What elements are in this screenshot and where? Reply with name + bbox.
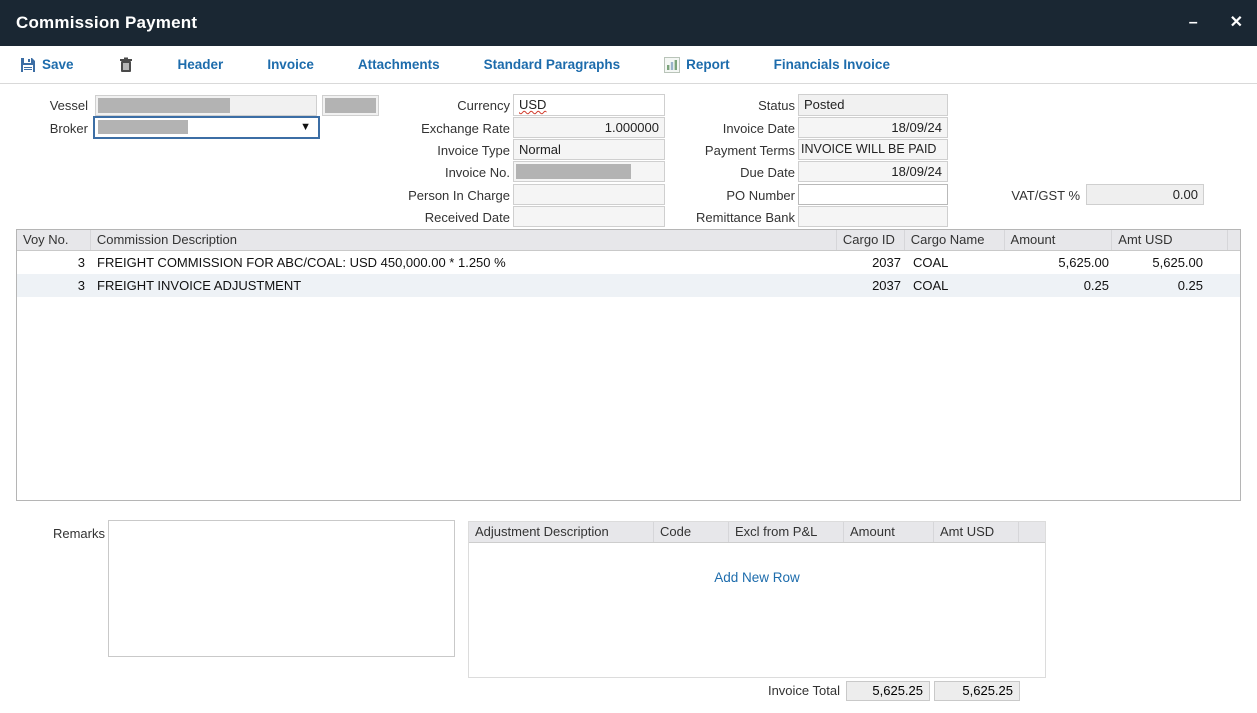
remarks-label: Remarks bbox=[30, 523, 105, 544]
invoice-type-label: Invoice Type bbox=[360, 140, 510, 161]
cell-amount: 5,625.00 bbox=[1007, 251, 1115, 274]
cell-amt-usd: 5,625.00 bbox=[1115, 251, 1231, 274]
cell-cargo-id: 2037 bbox=[839, 251, 907, 274]
broker-dropdown[interactable]: ▼ bbox=[93, 116, 320, 139]
col-filler bbox=[1228, 230, 1240, 250]
col-adj-amount[interactable]: Amount bbox=[844, 522, 934, 542]
invoice-no-label: Invoice No. bbox=[360, 162, 510, 183]
adjustments-table-header: Adjustment Description Code Excl from P&… bbox=[469, 522, 1045, 543]
save-button[interactable]: Save bbox=[20, 57, 74, 73]
financials-invoice-label: Financials Invoice bbox=[774, 57, 890, 72]
col-adj-amt-usd[interactable]: Amt USD bbox=[934, 522, 1019, 542]
invoice-label: Invoice bbox=[267, 57, 314, 72]
payment-terms-field[interactable]: INVOICE WILL BE PAID bbox=[798, 139, 948, 160]
adjustments-table: Adjustment Description Code Excl from P&… bbox=[468, 521, 1046, 678]
report-button[interactable]: Report bbox=[664, 57, 730, 73]
currency-label: Currency bbox=[360, 95, 510, 116]
remittance-bank-field[interactable] bbox=[798, 206, 948, 227]
vat-gst-field[interactable]: 0.00 bbox=[1086, 184, 1204, 205]
broker-label: Broker bbox=[8, 118, 88, 139]
col-commission-description[interactable]: Commission Description bbox=[91, 230, 837, 250]
invoice-total-amt-usd-field: 5,625.25 bbox=[934, 681, 1020, 701]
col-cargo-id[interactable]: Cargo ID bbox=[837, 230, 905, 250]
cell-voy-no: 3 bbox=[17, 251, 91, 274]
vessel-field[interactable] bbox=[95, 95, 317, 116]
cell-amount: 0.25 bbox=[1007, 274, 1115, 297]
cell-description: FREIGHT COMMISSION FOR ABC/COAL: USD 450… bbox=[91, 251, 839, 274]
payment-terms-label: Payment Terms bbox=[640, 140, 795, 161]
standard-paragraphs-tab[interactable]: Standard Paragraphs bbox=[484, 57, 621, 72]
col-amt-usd[interactable]: Amt USD bbox=[1112, 230, 1228, 250]
col-amount[interactable]: Amount bbox=[1005, 230, 1113, 250]
report-label: Report bbox=[686, 57, 730, 72]
report-icon bbox=[664, 57, 680, 73]
exchange-rate-label: Exchange Rate bbox=[360, 118, 510, 139]
window-title: Commission Payment bbox=[0, 13, 197, 33]
titlebar: Commission Payment – ✕ bbox=[0, 0, 1257, 46]
remarks-textarea[interactable] bbox=[108, 520, 455, 657]
minimize-button[interactable]: – bbox=[1189, 15, 1198, 31]
invoice-tab[interactable]: Invoice bbox=[267, 57, 314, 72]
status-label: Status bbox=[640, 95, 795, 116]
col-cargo-name[interactable]: Cargo Name bbox=[905, 230, 1005, 250]
invoice-no-redacted-value bbox=[516, 164, 631, 179]
vessel-label: Vessel bbox=[8, 95, 88, 116]
due-date-label: Due Date bbox=[640, 162, 795, 183]
cell-cargo-name: COAL bbox=[907, 251, 1007, 274]
col-adj-filler bbox=[1019, 522, 1045, 542]
commission-table-header: Voy No. Commission Description Cargo ID … bbox=[17, 230, 1240, 251]
commission-table: Voy No. Commission Description Cargo ID … bbox=[16, 229, 1241, 501]
save-label: Save bbox=[42, 57, 74, 72]
vat-gst-label: VAT/GST % bbox=[960, 185, 1080, 206]
table-row[interactable]: 3 FREIGHT COMMISSION FOR ABC/COAL: USD 4… bbox=[17, 251, 1240, 274]
po-number-label: PO Number bbox=[640, 185, 795, 206]
attachments-label: Attachments bbox=[358, 57, 440, 72]
vessel-redacted-value bbox=[98, 98, 230, 113]
col-voy-no[interactable]: Voy No. bbox=[17, 230, 91, 250]
col-code[interactable]: Code bbox=[654, 522, 729, 542]
header-tab[interactable]: Header bbox=[178, 57, 224, 72]
save-icon bbox=[20, 57, 36, 73]
po-number-field[interactable] bbox=[798, 184, 948, 205]
standard-paragraphs-label: Standard Paragraphs bbox=[484, 57, 621, 72]
chevron-down-icon: ▼ bbox=[300, 121, 311, 133]
delete-button[interactable] bbox=[118, 57, 134, 73]
invoice-date-field[interactable]: 18/09/24 bbox=[798, 117, 948, 138]
cell-cargo-name: COAL bbox=[907, 274, 1007, 297]
cell-cargo-id: 2037 bbox=[839, 274, 907, 297]
header-label: Header bbox=[178, 57, 224, 72]
status-field: Posted bbox=[798, 94, 948, 116]
toolbar: Save Header Invoice Attachments Standard… bbox=[0, 46, 1257, 84]
trash-icon bbox=[118, 57, 134, 73]
cell-amt-usd: 0.25 bbox=[1115, 274, 1231, 297]
broker-redacted-value bbox=[98, 120, 188, 134]
col-excl-from-pl[interactable]: Excl from P&L bbox=[729, 522, 844, 542]
currency-value: USD bbox=[519, 97, 546, 112]
remittance-bank-label: Remittance Bank bbox=[640, 207, 795, 228]
commission-payment-window: Commission Payment – ✕ Save Header Invoi… bbox=[0, 0, 1257, 713]
table-row[interactable]: 3 FREIGHT INVOICE ADJUSTMENT 2037 COAL 0… bbox=[17, 274, 1240, 297]
invoice-date-label: Invoice Date bbox=[640, 118, 795, 139]
add-new-row-link[interactable]: Add New Row bbox=[469, 570, 1045, 585]
col-adjustment-description[interactable]: Adjustment Description bbox=[469, 522, 654, 542]
cell-description: FREIGHT INVOICE ADJUSTMENT bbox=[91, 274, 839, 297]
attachments-tab[interactable]: Attachments bbox=[358, 57, 440, 72]
received-date-label: Received Date bbox=[360, 207, 510, 228]
close-button[interactable]: ✕ bbox=[1230, 15, 1243, 31]
cell-voy-no: 3 bbox=[17, 274, 91, 297]
invoice-total-amount-field: 5,625.25 bbox=[846, 681, 930, 701]
due-date-field[interactable]: 18/09/24 bbox=[798, 161, 948, 182]
financials-invoice-tab[interactable]: Financials Invoice bbox=[774, 57, 890, 72]
person-in-charge-label: Person In Charge bbox=[360, 185, 510, 206]
invoice-total-label: Invoice Total bbox=[700, 681, 840, 701]
